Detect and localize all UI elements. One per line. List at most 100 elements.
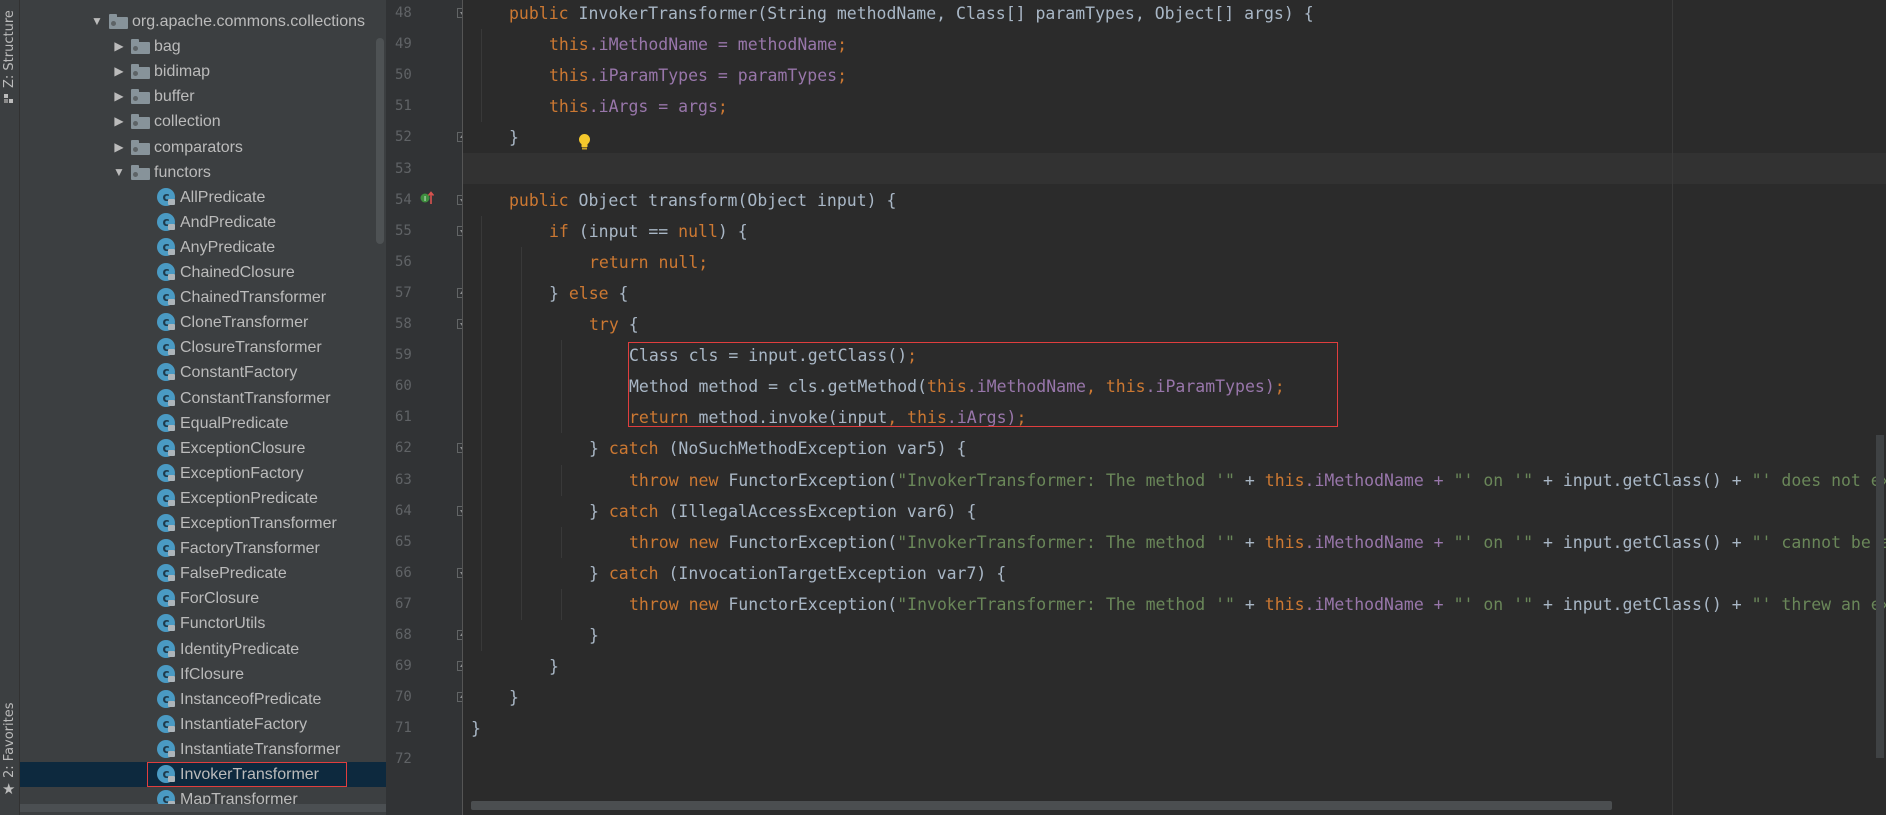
project-tree-horizontal-scrollbar[interactable] [20, 804, 386, 812]
line-number: 70 [0, 682, 428, 713]
svg-text:I: I [424, 195, 426, 203]
code-editor[interactable]: public InvokerTransformer(String methodN… [463, 0, 1886, 815]
string-token: "' on '" [1453, 532, 1534, 552]
line-number: 72 [0, 744, 428, 775]
code-token: InvokerTransformer(String methodName, Cl… [568, 4, 1314, 23]
keyword-token: catch [608, 439, 659, 459]
editor-vertical-scrollbar[interactable] [1876, 435, 1884, 758]
line-number: 52 [0, 122, 428, 153]
line-number-text: 71 [395, 720, 412, 737]
editor-horizontal-scrollbar[interactable] [471, 801, 1612, 810]
line-number: 67 [0, 589, 428, 620]
code-token: + input.getClass() + [1533, 470, 1752, 490]
line-number: 69 [0, 651, 428, 682]
line-number-text: 48 [395, 5, 412, 21]
string-token: "' threw an exception" [1751, 594, 1886, 614]
overrides-method-icon[interactable]: I [420, 190, 434, 206]
line-number-text: 50 [395, 67, 412, 84]
lightbulb-icon[interactable] [578, 133, 591, 151]
field-token: .iMethodName + [1304, 532, 1454, 552]
keyword-token: this [1264, 594, 1305, 614]
code-token: } [589, 626, 599, 645]
code-token: } [549, 283, 569, 303]
code-token: FunctorException( [718, 532, 898, 552]
keyword-token: catch [608, 563, 659, 583]
line-number: 48 [0, 0, 428, 29]
line-number: 53 [0, 154, 428, 185]
line-number: 54 [0, 185, 428, 216]
code-token: } [471, 719, 481, 739]
line-number-text: 67 [395, 595, 412, 612]
code-token: + [1234, 594, 1265, 614]
code-token: (IllegalAccessException var6) { [658, 501, 977, 521]
line-number: 60 [0, 371, 428, 402]
keyword-token: ; [698, 252, 709, 272]
line-number: 49 [0, 29, 428, 60]
code-token: } [549, 657, 559, 677]
keyword-token: throw new [629, 594, 719, 614]
line-number: 61 [0, 402, 428, 433]
line-number: 59 [0, 340, 428, 371]
line-number: 56 [0, 247, 428, 278]
field-token: .iMethodName + [1304, 470, 1454, 490]
line-number-text: 68 [395, 627, 412, 643]
line-number: 55 [0, 216, 428, 247]
keyword-token: this [1264, 470, 1305, 490]
code-token: ) { [717, 221, 748, 241]
line-number-text: 61 [395, 409, 412, 426]
highlighted-code-region [628, 342, 1338, 427]
line-number: 66 [0, 558, 428, 589]
line-number-text: 58 [395, 316, 412, 332]
field-token: .iMethodName + [1304, 594, 1454, 614]
keyword-token: throw new [629, 532, 719, 552]
line-number: 68 [0, 620, 428, 651]
field-token: .iParamTypes = paramTypes [588, 66, 838, 86]
string-token: "' cannot be accessed" [1751, 532, 1886, 552]
keyword-token: try [589, 315, 619, 334]
code-token: { [608, 283, 629, 303]
string-token: "' on '" [1453, 470, 1534, 490]
line-number-text: 56 [395, 253, 412, 270]
keyword-token: catch [608, 501, 659, 521]
line-number: 64 [0, 496, 428, 527]
line-number-text: 49 [395, 36, 412, 53]
code-token: (NoSuchMethodException var5) { [658, 439, 967, 459]
keyword-token: ; [837, 35, 848, 55]
code-token: + input.getClass() + [1533, 532, 1752, 552]
code-token: FunctorException( [718, 470, 898, 490]
field-token: .iArgs = args [588, 97, 718, 117]
code-token: Object transform(Object input) { [568, 190, 897, 210]
line-number-text: 55 [395, 222, 412, 239]
line-number: 71 [0, 713, 428, 744]
line-number-text: 59 [395, 347, 412, 364]
code-token: + input.getClass() + [1533, 594, 1752, 614]
line-number-text: 65 [395, 533, 412, 550]
code-token: + [1234, 470, 1265, 490]
field-token: .iMethodName = methodName [588, 35, 838, 55]
line-number-text: 63 [395, 471, 412, 488]
code-token: { [618, 315, 639, 334]
keyword-token: this [549, 66, 589, 86]
line-number-text: 57 [395, 284, 412, 301]
right-margin-guide [1672, 0, 1673, 815]
line-number-text: 51 [395, 98, 412, 115]
line-number-text: 66 [395, 564, 412, 581]
string-token: "' does not exist" [1751, 470, 1886, 490]
line-number-text: 70 [395, 689, 412, 706]
string-token: "InvokerTransformer: The method '" [897, 470, 1235, 490]
keyword-token: public [509, 4, 569, 23]
code-token: } [509, 128, 519, 148]
keyword-token: ; [837, 66, 848, 86]
keyword-token: ; [717, 97, 728, 117]
keyword-token: public [509, 190, 569, 210]
line-number: 65 [0, 527, 428, 558]
line-number-text: 52 [395, 129, 412, 146]
string-token: "InvokerTransformer: The method '" [897, 594, 1235, 614]
line-number-text: 64 [395, 502, 412, 519]
keyword-token: return null [589, 252, 699, 272]
code-token: } [509, 688, 519, 708]
code-token: FunctorException( [718, 594, 898, 614]
star-icon: ★ [2, 780, 16, 798]
keyword-token: this [549, 97, 589, 117]
line-number-text: 53 [395, 160, 412, 177]
